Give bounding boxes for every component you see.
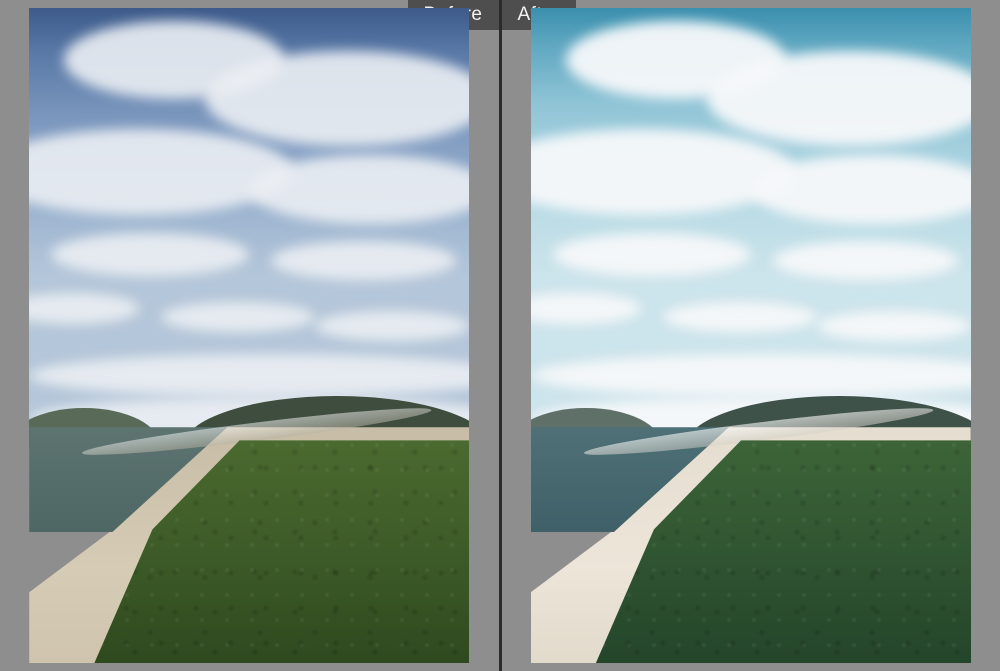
- after-panel: After: [502, 0, 1000, 671]
- sky-region: [531, 8, 971, 440]
- before-panel: Before: [0, 0, 499, 671]
- sky-region: [29, 8, 469, 440]
- compare-view: Before: [0, 0, 1000, 671]
- after-image[interactable]: [531, 8, 971, 663]
- before-image[interactable]: [29, 8, 469, 663]
